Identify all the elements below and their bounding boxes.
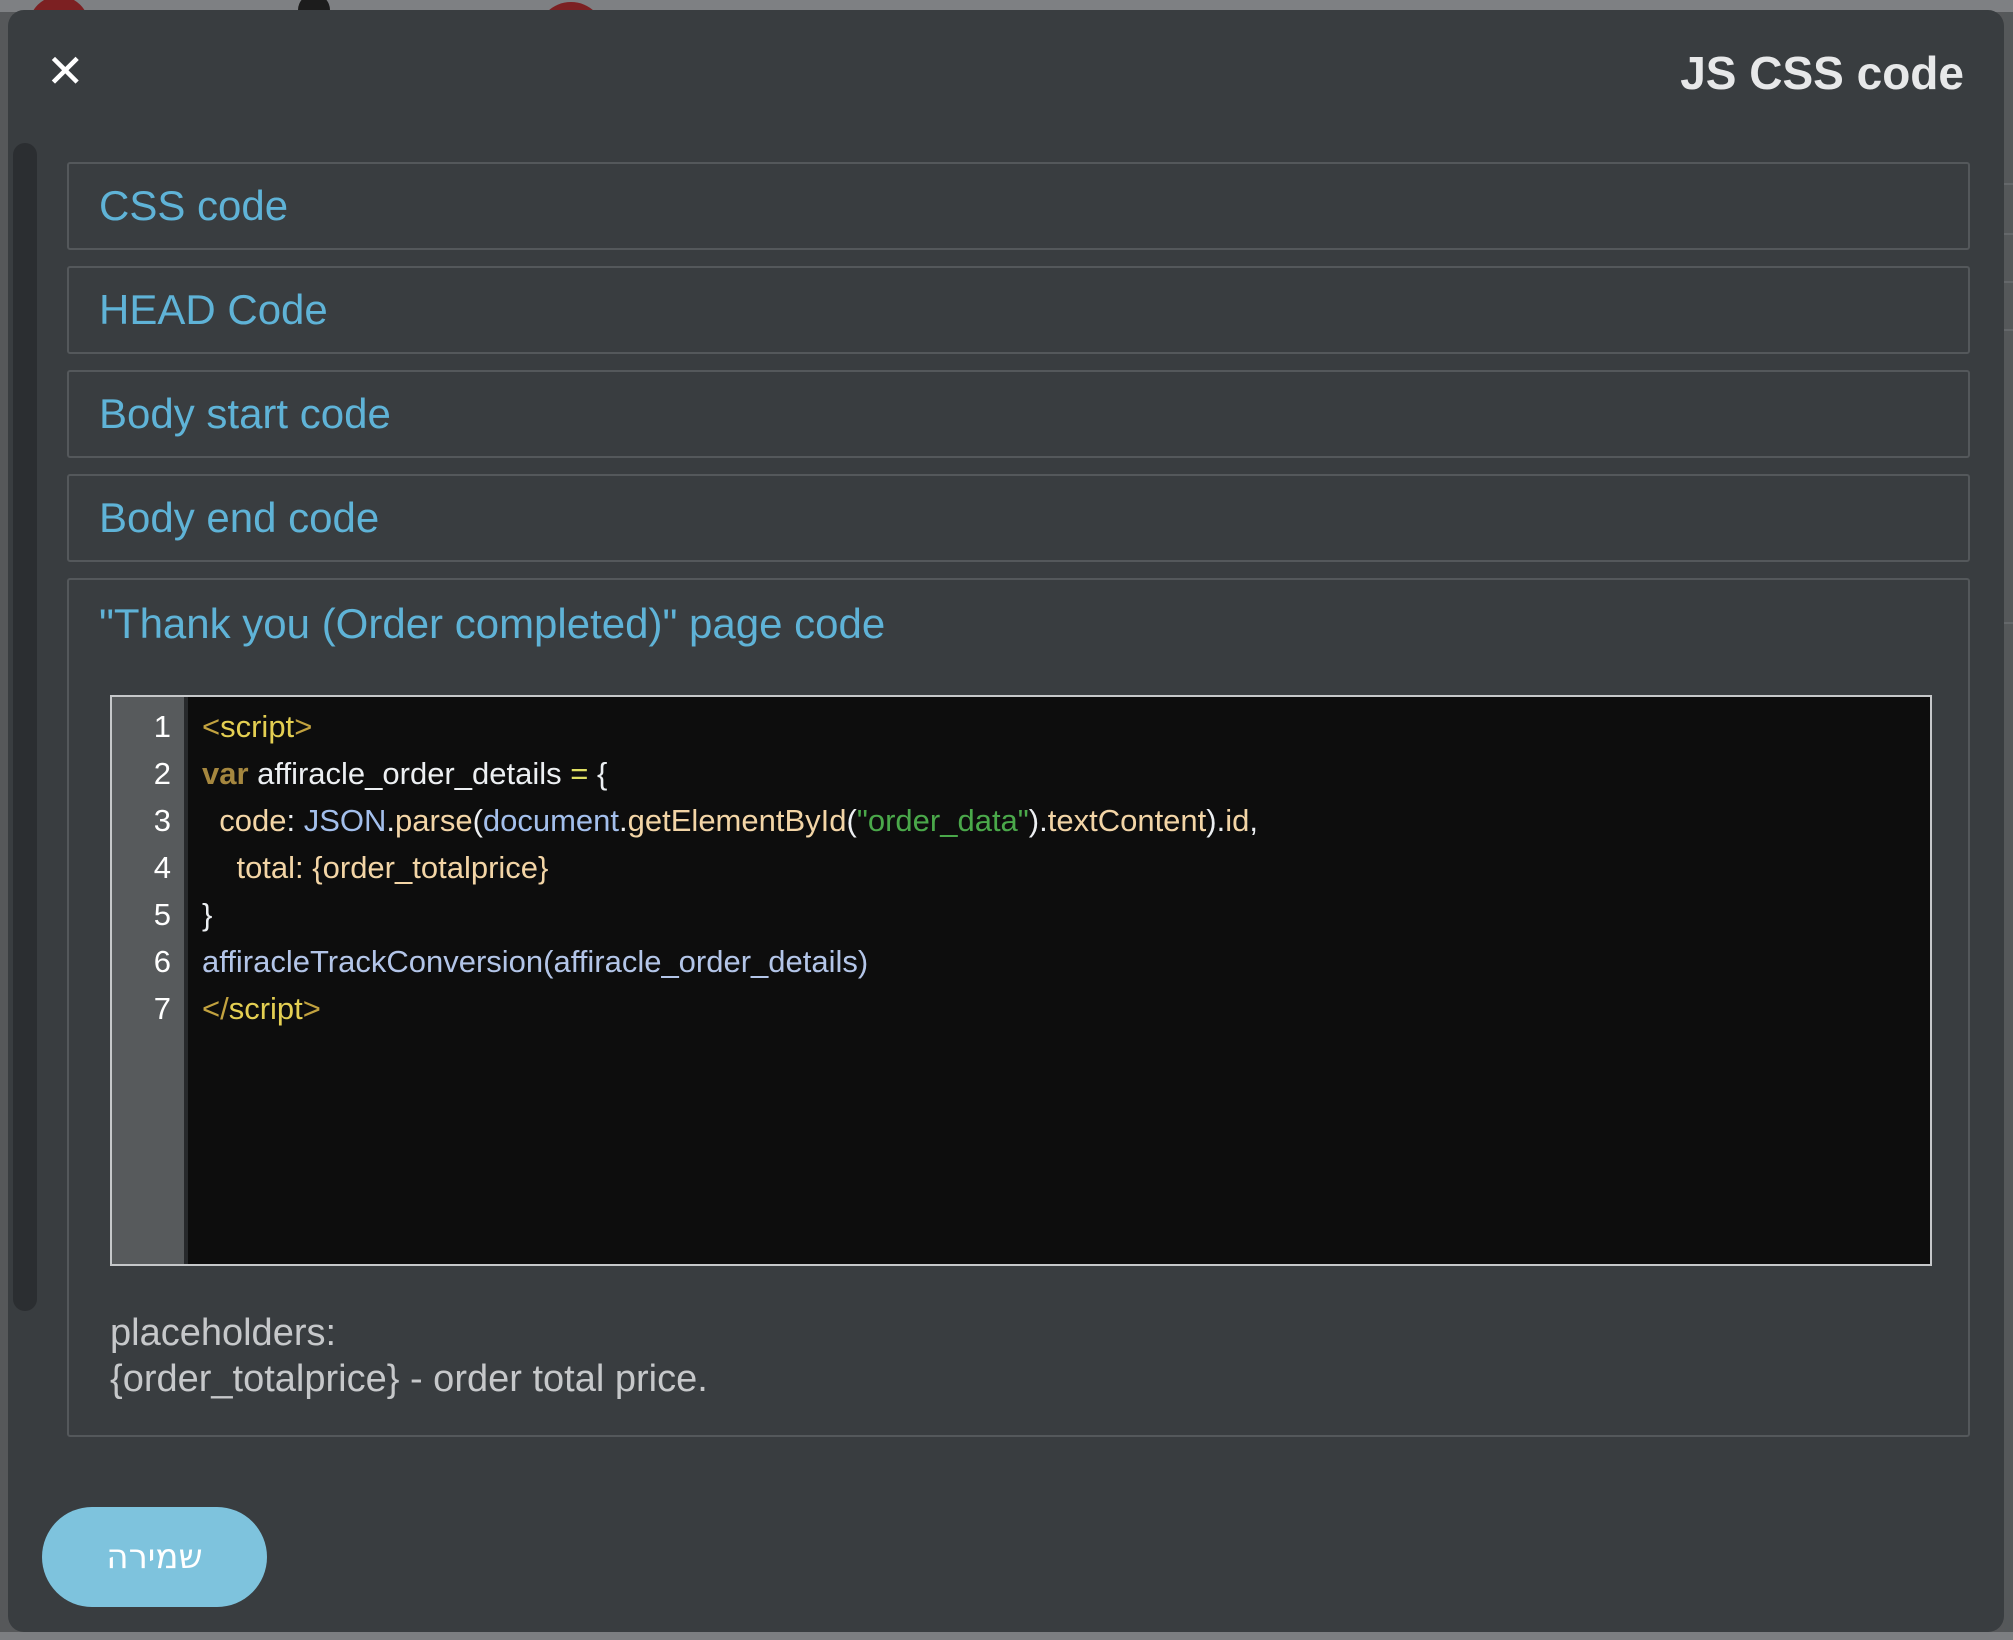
section-body-end-code: Body end code — [67, 474, 1970, 562]
line-number: 5 — [112, 891, 184, 938]
code-token-tagbracket: </ — [202, 991, 229, 1026]
page-row-divider — [2004, 233, 2013, 235]
code-line: } — [202, 891, 1930, 938]
modal-scrollbar-thumb[interactable] — [13, 143, 37, 1311]
page-row-divider — [2004, 183, 2013, 185]
code-token-tag: script — [220, 709, 294, 744]
page-behind-bottom-strip — [0, 1632, 2013, 1640]
section-header-body-end-code[interactable]: Body end code — [69, 476, 1968, 560]
page-row-divider — [2004, 281, 2013, 283]
section-header-head-code[interactable]: HEAD Code — [69, 268, 1968, 352]
code-token-plain: . — [386, 803, 395, 838]
code-line: total: {order_totalprice} — [202, 844, 1930, 891]
code-token-plain: : — [286, 803, 303, 838]
js-css-code-modal: ✕ JS CSS code CSS code HEAD Code Body st… — [8, 10, 2004, 1632]
code-token-plain: ). — [1206, 803, 1225, 838]
line-number: 1 — [112, 703, 184, 750]
code-token-plain: affiracle_order_details — [249, 756, 571, 791]
section-header-thank-you-page-code[interactable]: "Thank you (Order completed)" page code — [69, 580, 1968, 652]
placeholders-note: placeholders: {order_totalprice} - order… — [110, 1310, 1968, 1402]
code-token-property: parse — [395, 803, 473, 838]
code-token-plain: { — [588, 756, 607, 791]
code-token-plain: . — [619, 803, 628, 838]
code-line: <script> — [202, 703, 1930, 750]
section-css-code: CSS code — [67, 162, 1970, 250]
code-token-tagbracket: > — [303, 991, 321, 1026]
section-body-start-code: Body start code — [67, 370, 1970, 458]
code-line: affiracleTrackConversion(affiracle_order… — [202, 938, 1930, 985]
line-number: 7 — [112, 985, 184, 1032]
code-token-property: getElementById — [628, 803, 847, 838]
code-token-property: textContent — [1048, 803, 1207, 838]
page-behind-right-edge — [2004, 12, 2013, 1632]
modal-title: JS CSS code — [1680, 46, 1964, 100]
code-line: code: JSON.parse(document.getElementById… — [202, 797, 1930, 844]
line-number: 6 — [112, 938, 184, 985]
code-token-plain: ). — [1029, 803, 1048, 838]
code-token-plain — [202, 803, 219, 838]
code-line: var affiracle_order_details = { — [202, 750, 1930, 797]
code-token-property: id — [1225, 803, 1249, 838]
save-button[interactable]: שמירה — [42, 1507, 267, 1607]
code-token-tag: script — [229, 991, 303, 1026]
code-token-plain: } — [202, 897, 212, 932]
section-head-code: HEAD Code — [67, 266, 1970, 354]
code-token-func: affiracleTrackConversion(affiracle_order… — [202, 944, 868, 979]
code-token-tagbracket: > — [294, 709, 312, 744]
code-token-plain: , — [1249, 803, 1258, 838]
code-editor: 1234567 <script>var affiracle_order_deta… — [110, 695, 1932, 1266]
section-bottom-pad — [69, 1402, 1968, 1435]
page-row-divider — [2004, 329, 2013, 331]
editor-gutter: 1234567 — [112, 697, 188, 1264]
code-token-plain: ( — [847, 803, 857, 838]
screen: ✕ JS CSS code CSS code HEAD Code Body st… — [0, 0, 2013, 1640]
line-number: 2 — [112, 750, 184, 797]
editor-code[interactable]: <script>var affiracle_order_details = { … — [188, 697, 1930, 1264]
code-line: </script> — [202, 985, 1930, 1032]
page-row-divider — [2004, 622, 2013, 624]
section-thank-you-page-code: "Thank you (Order completed)" page code … — [67, 578, 1970, 1437]
code-token-keyword: var — [202, 756, 249, 791]
code-token-property: code — [219, 803, 286, 838]
code-token-property: total: {order_totalprice} — [236, 850, 548, 885]
line-number: 3 — [112, 797, 184, 844]
section-header-css-code[interactable]: CSS code — [69, 164, 1968, 248]
accordion-sections: CSS code HEAD Code Body start code Body … — [8, 10, 2004, 1437]
section-header-body-start-code[interactable]: Body start code — [69, 372, 1968, 456]
placeholders-item: {order_totalprice} - order total price. — [110, 1356, 1968, 1402]
code-token-tagbracket: < — [202, 709, 220, 744]
placeholders-heading: placeholders: — [110, 1310, 1968, 1356]
code-token-type: JSON — [304, 803, 387, 838]
close-icon[interactable]: ✕ — [46, 48, 85, 94]
line-number: 4 — [112, 844, 184, 891]
code-token-type: document — [483, 803, 619, 838]
code-token-operator: = — [570, 756, 588, 791]
code-token-plain: ( — [473, 803, 483, 838]
code-token-string: "order_data" — [857, 803, 1029, 838]
code-token-plain — [202, 850, 236, 885]
